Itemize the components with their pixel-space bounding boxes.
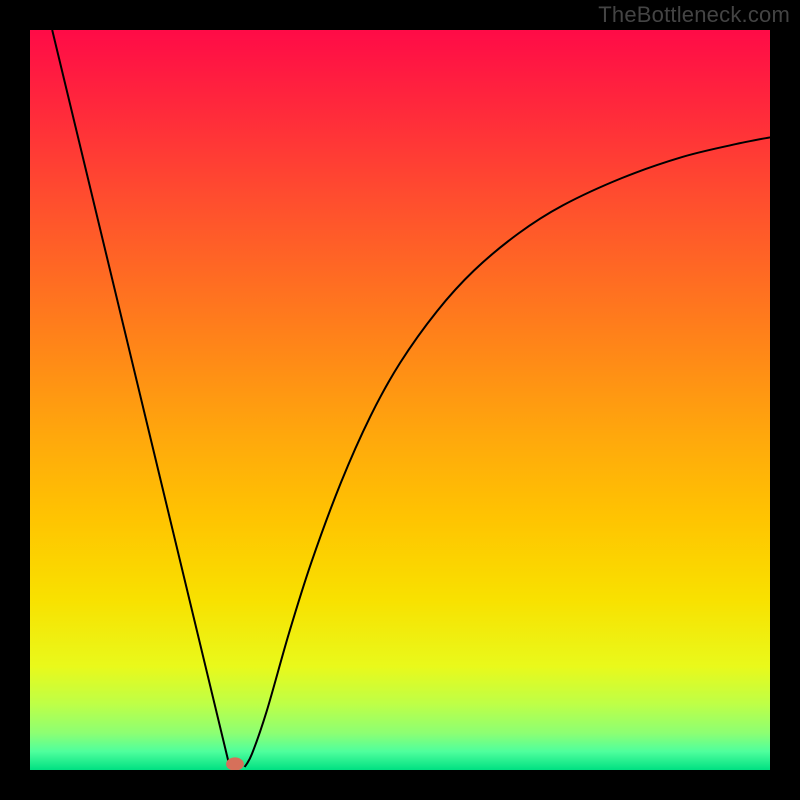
plot-area xyxy=(30,30,770,770)
chart-svg xyxy=(30,30,770,770)
chart-frame: TheBottleneck.com xyxy=(0,0,800,800)
watermark-text: TheBottleneck.com xyxy=(598,2,790,28)
